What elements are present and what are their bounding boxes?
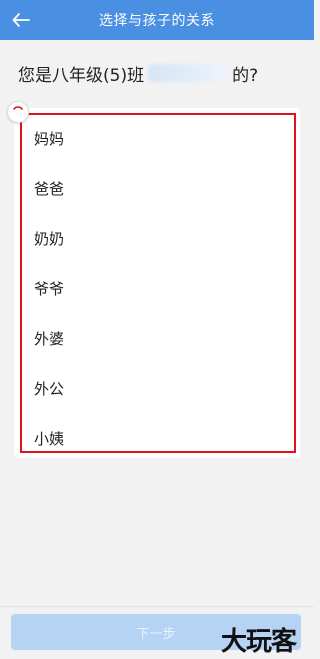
floating-badge[interactable] <box>7 101 29 123</box>
highlight-frame <box>20 113 296 453</box>
swirl-icon <box>13 106 23 110</box>
watermark-logo: 大玩客 <box>221 626 297 657</box>
top-nav-bar: 选择与孩子的关系 <box>0 0 314 40</box>
relationship-question: 您是八年级(5)班 的? <box>18 60 258 86</box>
question-prefix: 您是八年级(5)班 <box>18 65 145 86</box>
page-title: 选择与孩子的关系 <box>99 13 215 29</box>
arrow-left-icon <box>12 13 30 27</box>
back-button[interactable] <box>6 5 36 35</box>
question-suffix: 的? <box>232 65 259 86</box>
blurred-student-name <box>148 64 229 82</box>
